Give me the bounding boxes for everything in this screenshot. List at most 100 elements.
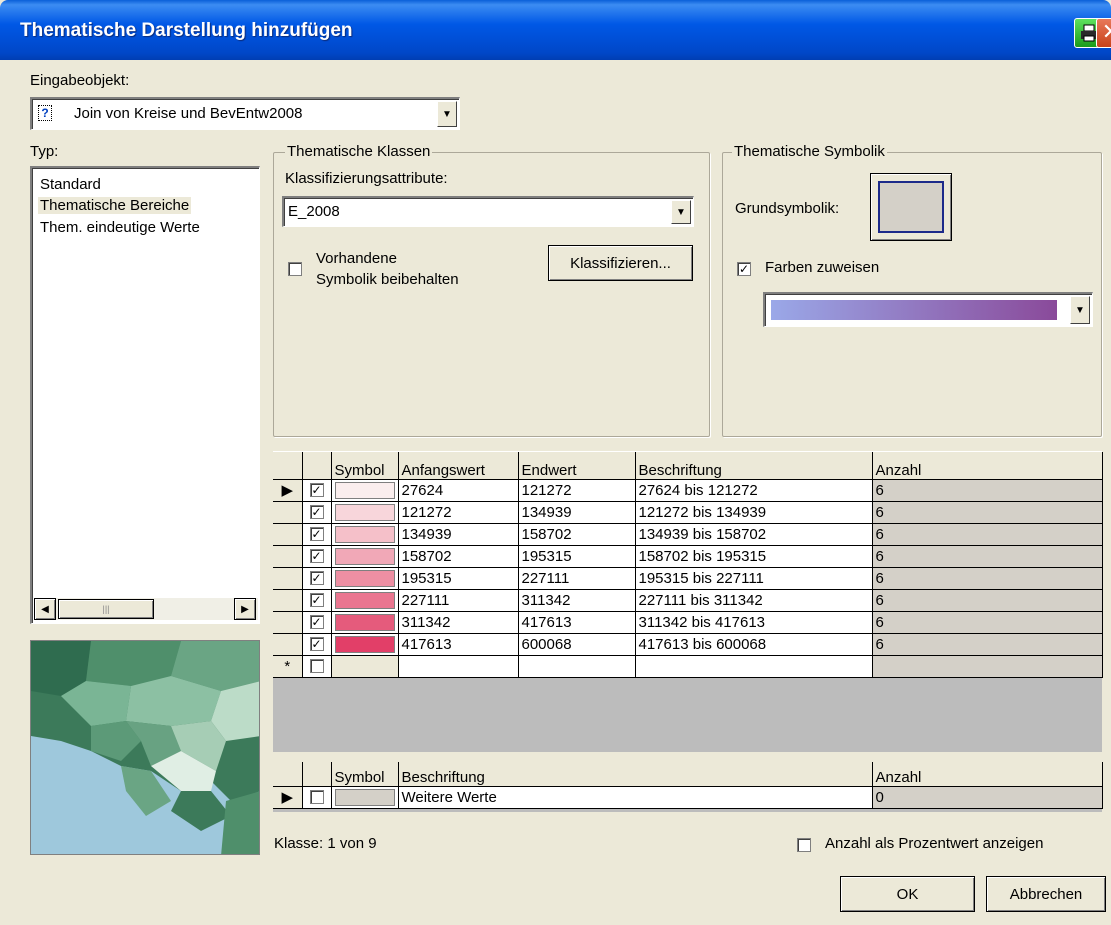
label-cell[interactable]: 227111 bis 311342: [635, 589, 873, 612]
column-header-label[interactable]: Beschriftung: [635, 452, 873, 480]
table-row[interactable]: ✓ 134939 158702 134939 bis 158702 6: [273, 523, 1103, 546]
row-selector[interactable]: *: [273, 655, 303, 678]
table-row[interactable]: ▶ ✓ 27624 121272 27624 bis 121272 6: [273, 479, 1103, 502]
row-checkbox-cell[interactable]: [302, 786, 332, 809]
symbol-cell[interactable]: [331, 633, 399, 656]
symbol-cell[interactable]: [331, 545, 399, 568]
end-value-cell[interactable]: [518, 655, 636, 678]
row-checkbox-cell[interactable]: ✓: [302, 545, 332, 568]
symbol-swatch[interactable]: [334, 635, 395, 653]
chevron-down-icon[interactable]: ▼: [437, 101, 457, 127]
symbol-swatch[interactable]: [334, 525, 395, 543]
symbol-cell[interactable]: [331, 567, 399, 590]
row-checkbox-cell[interactable]: [302, 655, 332, 678]
type-item-eindeutige-werte[interactable]: Them. eindeutige Werte: [40, 219, 200, 236]
table-row[interactable]: ✓ 417613 600068 417613 bis 600068 6: [273, 633, 1103, 656]
label-cell[interactable]: 158702 bis 195315: [635, 545, 873, 568]
row-selector[interactable]: [273, 611, 303, 634]
chevron-down-icon[interactable]: ▼: [1070, 296, 1090, 324]
table-row[interactable]: ▶ Weitere Werte 0: [273, 786, 1103, 809]
close-button[interactable]: ✕: [1096, 18, 1111, 48]
type-listbox[interactable]: Standard Thematische Bereiche Them. eind…: [30, 166, 260, 624]
start-value-cell[interactable]: [398, 655, 519, 678]
row-checkbox[interactable]: ✓: [309, 571, 324, 585]
label-cell[interactable]: 134939 bis 158702: [635, 523, 873, 546]
row-selector[interactable]: [273, 545, 303, 568]
new-row[interactable]: *: [273, 655, 1103, 678]
percent-checkbox[interactable]: [797, 838, 811, 852]
table-row[interactable]: ✓ 195315 227111 195315 bis 227111 6: [273, 567, 1103, 590]
row-selector[interactable]: [273, 523, 303, 546]
column-header-symbol[interactable]: Symbol: [331, 452, 399, 480]
table-row[interactable]: ✓ 227111 311342 227111 bis 311342 6: [273, 589, 1103, 612]
symbol-swatch[interactable]: [334, 547, 395, 565]
symbol-swatch[interactable]: [334, 569, 395, 587]
table-row[interactable]: ✓ 158702 195315 158702 bis 195315 6: [273, 545, 1103, 568]
keep-symbolik-checkbox[interactable]: [288, 262, 302, 276]
column-header-count[interactable]: Anzahl: [872, 762, 1103, 787]
classify-button[interactable]: Klassifizieren...: [548, 245, 693, 281]
end-value-cell[interactable]: 195315: [518, 545, 636, 568]
row-checkbox[interactable]: ✓: [309, 527, 324, 541]
class-table[interactable]: Symbol Anfangswert Endwert Beschriftung …: [273, 451, 1103, 752]
row-checkbox-cell[interactable]: ✓: [302, 589, 332, 612]
symbol-cell[interactable]: [331, 501, 399, 524]
label-cell[interactable]: 27624 bis 121272: [635, 479, 873, 502]
color-ramp-dropdown[interactable]: ▼: [763, 292, 1093, 327]
end-value-cell[interactable]: 158702: [518, 523, 636, 546]
label-cell[interactable]: 121272 bis 134939: [635, 501, 873, 524]
row-selector[interactable]: [273, 589, 303, 612]
end-value-cell[interactable]: 600068: [518, 633, 636, 656]
column-header-symbol[interactable]: Symbol: [331, 762, 399, 787]
start-value-cell[interactable]: 121272: [398, 501, 519, 524]
start-value-cell[interactable]: 27624: [398, 479, 519, 502]
end-value-cell[interactable]: 311342: [518, 589, 636, 612]
label-cell[interactable]: 417613 bis 600068: [635, 633, 873, 656]
input-object-dropdown[interactable]: ? Join von Kreise und BevEntw2008 ▼: [30, 97, 460, 130]
row-checkbox-cell[interactable]: ✓: [302, 501, 332, 524]
label-cell[interactable]: [635, 655, 873, 678]
row-checkbox-cell[interactable]: ✓: [302, 479, 332, 502]
row-checkbox-cell[interactable]: ✓: [302, 633, 332, 656]
column-header-count[interactable]: Anzahl: [872, 452, 1103, 480]
scroll-right-button[interactable]: ▶: [234, 598, 256, 620]
row-checkbox[interactable]: ✓: [309, 637, 324, 651]
start-value-cell[interactable]: 158702: [398, 545, 519, 568]
row-selector[interactable]: [273, 501, 303, 524]
row-checkbox[interactable]: [309, 790, 324, 804]
base-symbolik-button[interactable]: [870, 173, 952, 241]
row-selector[interactable]: ▶: [273, 479, 303, 502]
chevron-down-icon[interactable]: ▼: [671, 200, 691, 224]
row-checkbox[interactable]: ✓: [309, 593, 324, 607]
row-checkbox[interactable]: ✓: [309, 549, 324, 563]
label-cell[interactable]: 311342 bis 417613: [635, 611, 873, 634]
start-value-cell[interactable]: 134939: [398, 523, 519, 546]
end-value-cell[interactable]: 417613: [518, 611, 636, 634]
start-value-cell[interactable]: 311342: [398, 611, 519, 634]
row-checkbox-cell[interactable]: ✓: [302, 523, 332, 546]
symbol-cell[interactable]: [331, 786, 399, 809]
assign-colors-checkbox[interactable]: ✓: [737, 262, 751, 276]
table-row[interactable]: ✓ 121272 134939 121272 bis 134939 6: [273, 501, 1103, 524]
symbol-swatch[interactable]: [334, 481, 395, 499]
row-checkbox[interactable]: ✓: [309, 483, 324, 497]
row-checkbox[interactable]: [309, 659, 324, 673]
symbol-swatch[interactable]: [334, 591, 395, 609]
classification-attribute-dropdown[interactable]: E_2008 ▼: [282, 196, 694, 227]
row-checkbox[interactable]: ✓: [309, 505, 324, 519]
symbol-cell[interactable]: [331, 655, 399, 678]
column-header-label[interactable]: Beschriftung: [398, 762, 873, 787]
ok-button[interactable]: OK: [840, 876, 975, 912]
row-checkbox-cell[interactable]: ✓: [302, 611, 332, 634]
end-value-cell[interactable]: 134939: [518, 501, 636, 524]
start-value-cell[interactable]: 417613: [398, 633, 519, 656]
table-row[interactable]: ✓ 311342 417613 311342 bis 417613 6: [273, 611, 1103, 634]
column-header-start[interactable]: Anfangswert: [398, 452, 519, 480]
end-value-cell[interactable]: 121272: [518, 479, 636, 502]
symbol-cell[interactable]: [331, 589, 399, 612]
symbol-cell[interactable]: [331, 523, 399, 546]
label-cell[interactable]: 195315 bis 227111: [635, 567, 873, 590]
row-selector[interactable]: [273, 567, 303, 590]
row-selector[interactable]: ▶: [273, 786, 303, 809]
label-cell[interactable]: Weitere Werte: [398, 786, 873, 809]
